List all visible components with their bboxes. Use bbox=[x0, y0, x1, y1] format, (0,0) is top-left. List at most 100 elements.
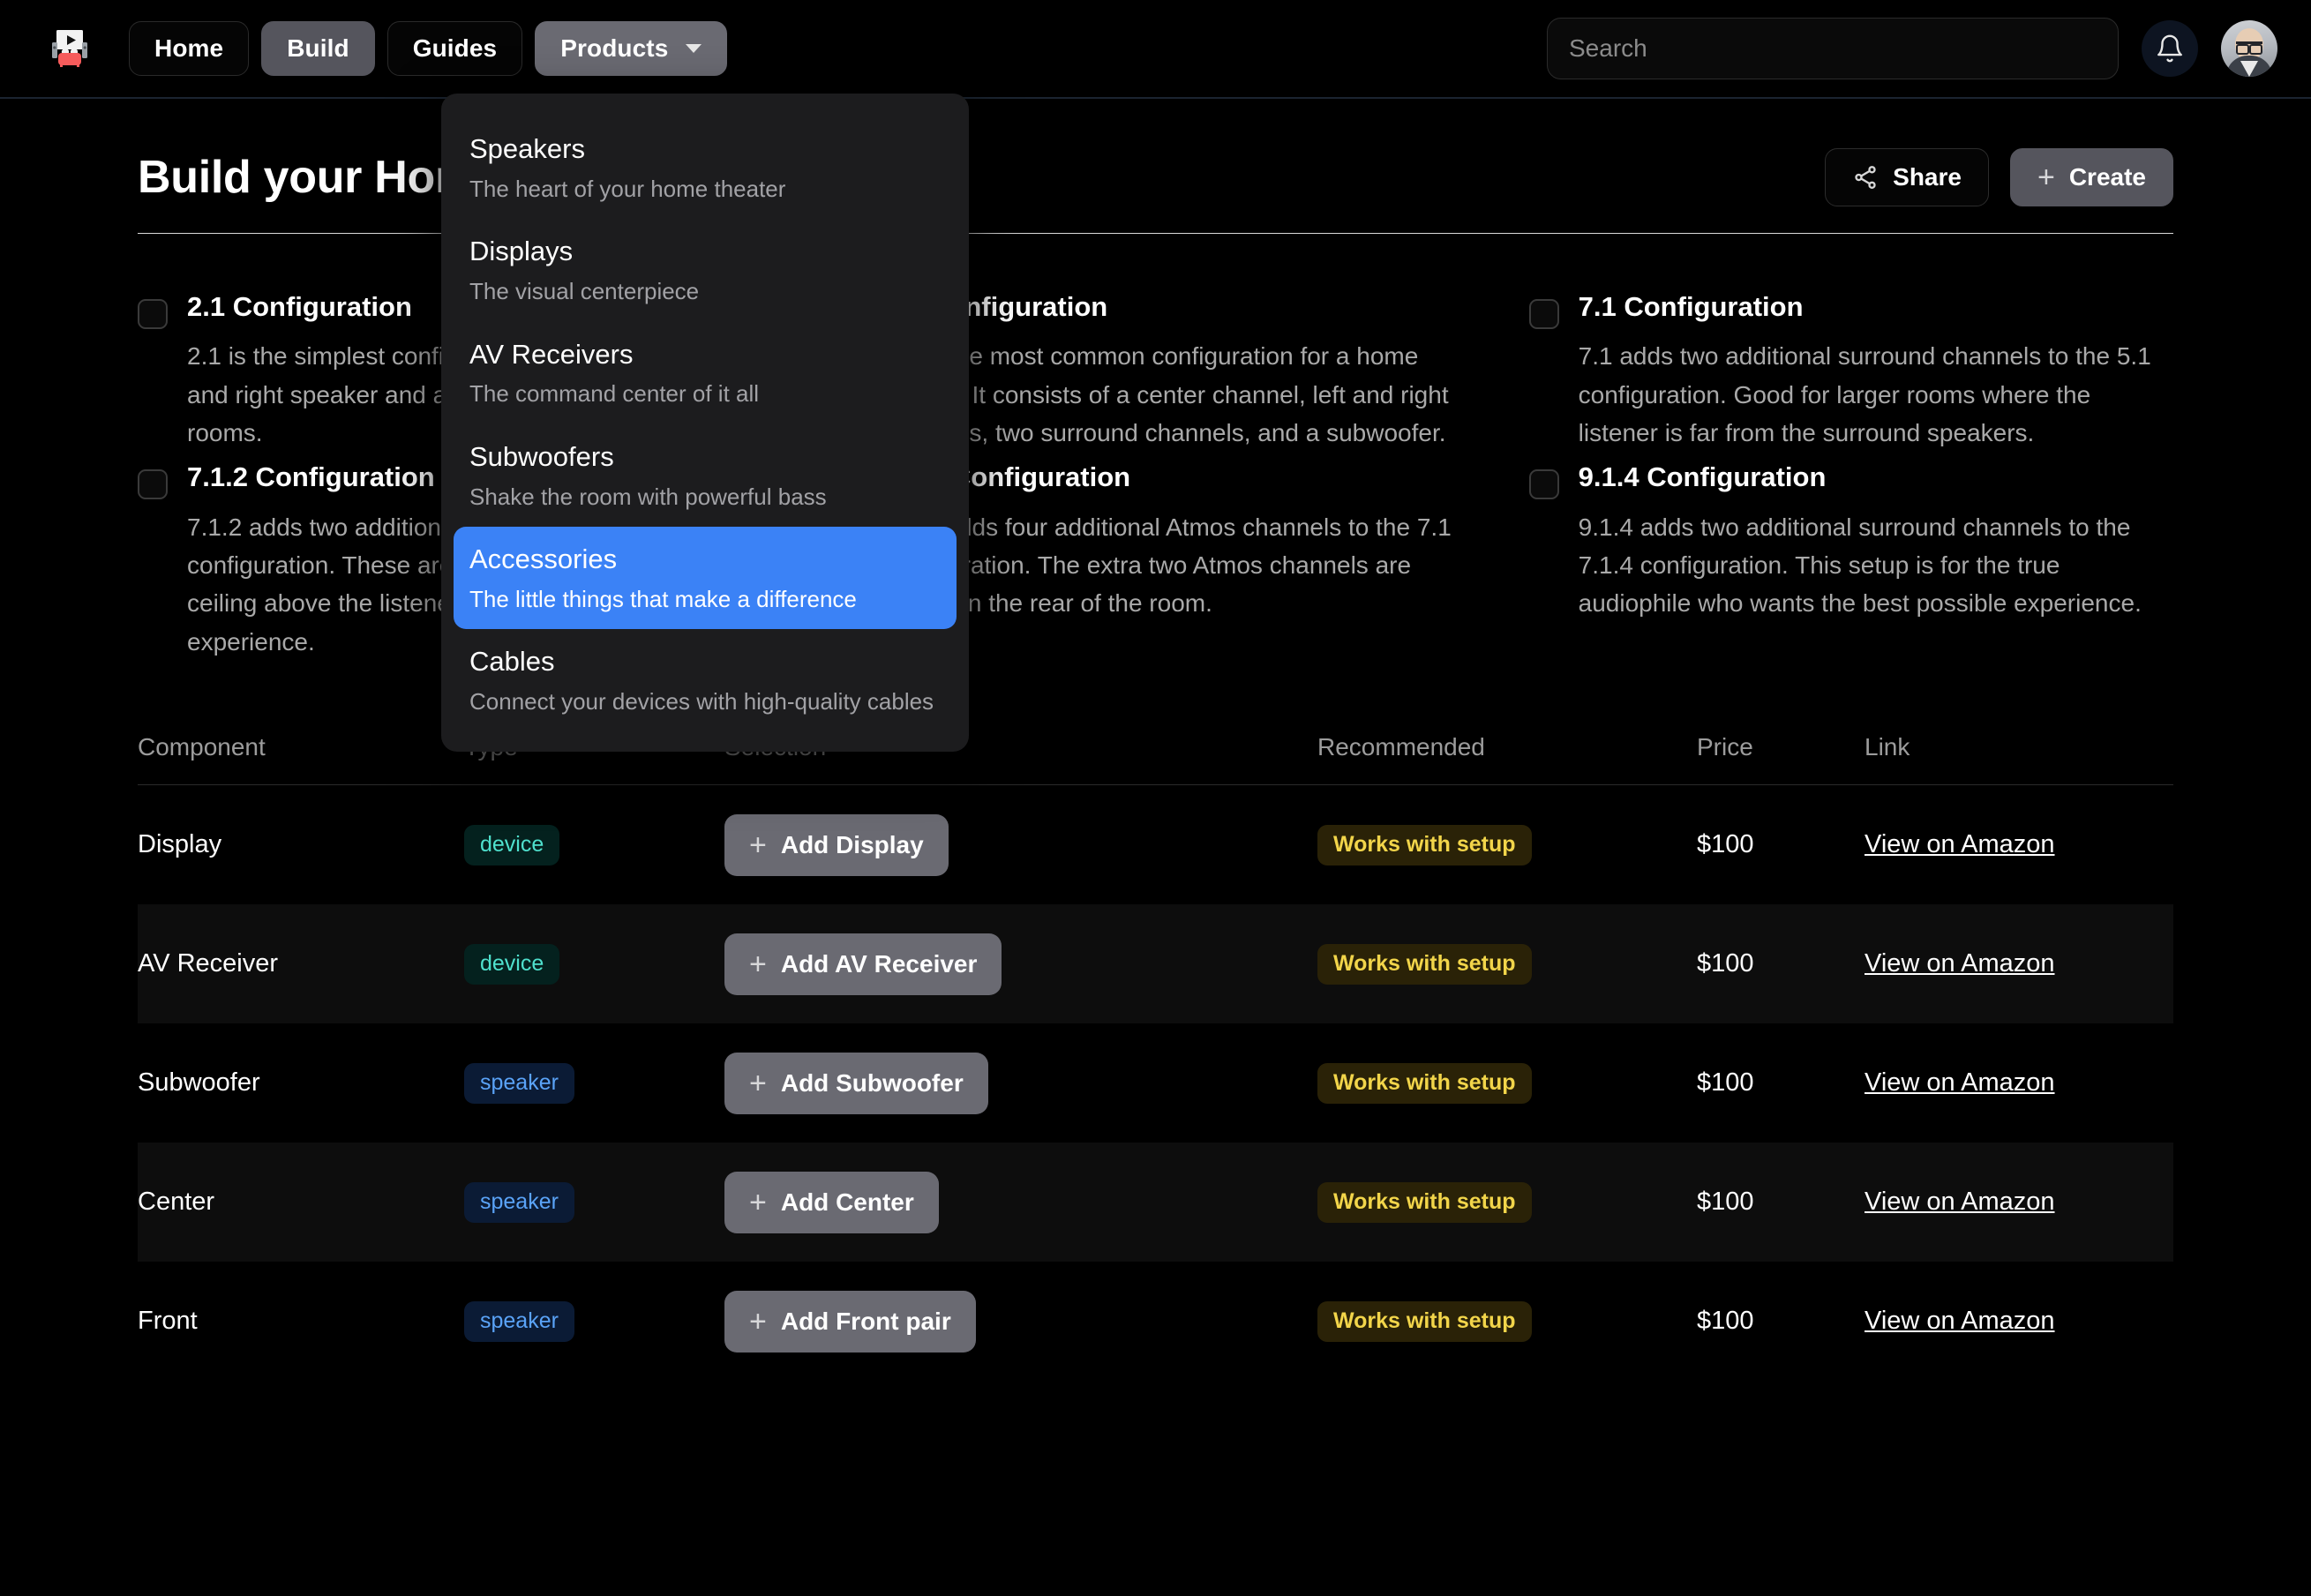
config-checkbox-7-1-2[interactable] bbox=[138, 469, 168, 499]
column-header-price: Price bbox=[1697, 733, 1865, 761]
add-display-button[interactable]: + Add Display bbox=[724, 814, 949, 876]
nav-item-build-label: Build bbox=[287, 34, 349, 63]
plus-icon: + bbox=[749, 1068, 767, 1098]
bell-icon bbox=[2155, 34, 2185, 64]
config-card-7-1: 7.1 Configuration 7.1 adds two additiona… bbox=[1529, 290, 2173, 452]
nav-right-cluster: Search bbox=[1547, 18, 2277, 79]
nav-item-guides[interactable]: Guides bbox=[387, 21, 523, 76]
add-subwoofer-button[interactable]: +Add Subwoofer bbox=[724, 1053, 988, 1114]
dropdown-item-title: Displays bbox=[469, 235, 941, 269]
dropdown-item-subtitle: Shake the room with powerful bass bbox=[469, 483, 941, 512]
cell-component: AV Receiver bbox=[138, 949, 464, 978]
plus-icon: + bbox=[2037, 162, 2055, 192]
type-badge: speaker bbox=[464, 1063, 574, 1104]
home-theater-logo-icon[interactable] bbox=[42, 21, 97, 76]
notifications-button[interactable] bbox=[2142, 20, 2198, 77]
status-badge: Works with setup bbox=[1317, 1182, 1532, 1223]
plus-icon: + bbox=[749, 1188, 767, 1218]
table-row: Subwoofer speaker +Add Subwoofer Works w… bbox=[138, 1023, 2173, 1143]
add-button-label: Add Front pair bbox=[781, 1308, 951, 1336]
dropdown-item-av-receivers[interactable]: AV Receivers The command center of it al… bbox=[441, 322, 969, 424]
dropdown-item-title: Subwoofers bbox=[469, 440, 941, 475]
cell-price: $100 bbox=[1697, 1307, 1865, 1336]
add-av-receiver-button[interactable]: + Add AV Receiver bbox=[724, 933, 1002, 995]
amazon-link[interactable]: View on Amazon bbox=[1865, 949, 2055, 978]
config-title: 7.1.4 Configuration bbox=[882, 461, 1459, 493]
dropdown-item-subtitle: Connect your devices with high-quality c… bbox=[469, 687, 941, 716]
share-button[interactable]: Share bbox=[1825, 148, 1989, 206]
share-icon bbox=[1852, 164, 1879, 191]
share-button-label: Share bbox=[1893, 163, 1962, 191]
dropdown-item-speakers[interactable]: Speakers The heart of your home theater bbox=[441, 116, 969, 219]
avatar[interactable] bbox=[2221, 20, 2277, 77]
status-badge: Works with setup bbox=[1317, 1301, 1532, 1342]
dropdown-item-title: Speakers bbox=[469, 132, 941, 167]
cell-component: Subwoofer bbox=[138, 1068, 464, 1098]
type-badge: device bbox=[464, 825, 559, 865]
dropdown-item-subwoofers[interactable]: Subwoofers Shake the room with powerful … bbox=[441, 424, 969, 527]
config-description: 9.1.4 adds two additional surround chann… bbox=[1579, 508, 2156, 623]
create-button[interactable]: + Create bbox=[2010, 148, 2173, 206]
cell-component: Center bbox=[138, 1188, 464, 1217]
config-checkbox-9-1-4[interactable] bbox=[1529, 469, 1559, 499]
plus-icon: + bbox=[749, 830, 767, 860]
status-badge: Works with setup bbox=[1317, 1063, 1532, 1104]
cell-price: $100 bbox=[1697, 1068, 1865, 1098]
type-badge: device bbox=[464, 944, 559, 985]
nav-item-home[interactable]: Home bbox=[129, 21, 249, 76]
status-badge: Works with setup bbox=[1317, 944, 1532, 985]
cell-component: Front bbox=[138, 1307, 464, 1336]
config-checkbox-7-1[interactable] bbox=[1529, 299, 1559, 329]
top-navigation-bar: Home Build Guides Products Search bbox=[0, 0, 2311, 99]
nav-item-guides-label: Guides bbox=[413, 34, 498, 63]
table-row: Front speaker + Add Front pair Works with… bbox=[138, 1262, 2173, 1381]
config-description: 7.1.4 adds four additional Atmos channel… bbox=[882, 508, 1459, 623]
cell-price: $100 bbox=[1697, 949, 1865, 978]
plus-icon: + bbox=[749, 949, 767, 979]
dropdown-item-accessories[interactable]: Accessories The little things that make … bbox=[454, 527, 957, 629]
avatar-glasses bbox=[2236, 41, 2262, 49]
cell-price: $100 bbox=[1697, 830, 1865, 859]
type-badge: speaker bbox=[464, 1301, 574, 1342]
add-center-button[interactable]: + Add Center bbox=[724, 1172, 939, 1233]
nav-item-products-label: Products bbox=[560, 34, 668, 63]
nav-item-products[interactable]: Products bbox=[535, 21, 727, 76]
dropdown-item-title: AV Receivers bbox=[469, 338, 941, 372]
create-button-label: Create bbox=[2069, 163, 2146, 191]
add-button-label: Add Center bbox=[781, 1188, 914, 1217]
chevron-down-icon bbox=[686, 44, 702, 53]
dropdown-item-subtitle: The visual centerpiece bbox=[469, 277, 941, 306]
config-checkbox-2-1[interactable] bbox=[138, 299, 168, 329]
add-front-pair-button[interactable]: + Add Front pair bbox=[724, 1291, 976, 1352]
dropdown-item-subtitle: The little things that make a difference bbox=[469, 585, 941, 614]
dropdown-item-title: Cables bbox=[469, 645, 941, 679]
cell-price: $100 bbox=[1697, 1188, 1865, 1217]
products-dropdown-menu: Speakers The heart of your home theater … bbox=[441, 94, 969, 752]
amazon-link[interactable]: View on Amazon bbox=[1865, 1188, 2055, 1216]
config-title: 5.1 Configuration bbox=[882, 290, 1459, 323]
components-table: Component Type Selection Recommended Pri… bbox=[138, 733, 2173, 1381]
plus-icon: + bbox=[749, 1307, 767, 1337]
add-button-label: Add Display bbox=[781, 831, 924, 859]
column-header-component: Component bbox=[138, 733, 464, 761]
config-description: 5.1 is the most common configuration for… bbox=[882, 337, 1459, 452]
nav-item-build[interactable]: Build bbox=[261, 21, 375, 76]
nav-item-home-label: Home bbox=[154, 34, 223, 63]
column-header-link: Link bbox=[1865, 733, 2173, 761]
dropdown-item-cables[interactable]: Cables Connect your devices with high-qu… bbox=[441, 629, 969, 731]
cell-component: Display bbox=[138, 830, 464, 859]
config-card-9-1-4: 9.1.4 Configuration 9.1.4 adds two addit… bbox=[1529, 461, 2173, 661]
page-content: Build your Home Theater Share + Create 2… bbox=[0, 99, 2311, 1381]
search-input[interactable]: Search bbox=[1547, 18, 2119, 79]
config-title: 9.1.4 Configuration bbox=[1579, 461, 2156, 493]
table-row: AV Receiver device + Add AV Receiver Work… bbox=[138, 904, 2173, 1023]
dropdown-item-title: Accessories bbox=[469, 543, 941, 577]
page-header-actions: Share + Create bbox=[1825, 148, 2173, 206]
dropdown-item-subtitle: The command center of it all bbox=[469, 379, 941, 408]
dropdown-item-displays[interactable]: Displays The visual centerpiece bbox=[441, 219, 969, 321]
type-badge: speaker bbox=[464, 1182, 574, 1223]
add-button-label: Add AV Receiver bbox=[781, 950, 978, 978]
amazon-link[interactable]: View on Amazon bbox=[1865, 830, 2055, 858]
amazon-link[interactable]: View on Amazon bbox=[1865, 1307, 2055, 1335]
amazon-link[interactable]: View on Amazon bbox=[1865, 1068, 2055, 1097]
